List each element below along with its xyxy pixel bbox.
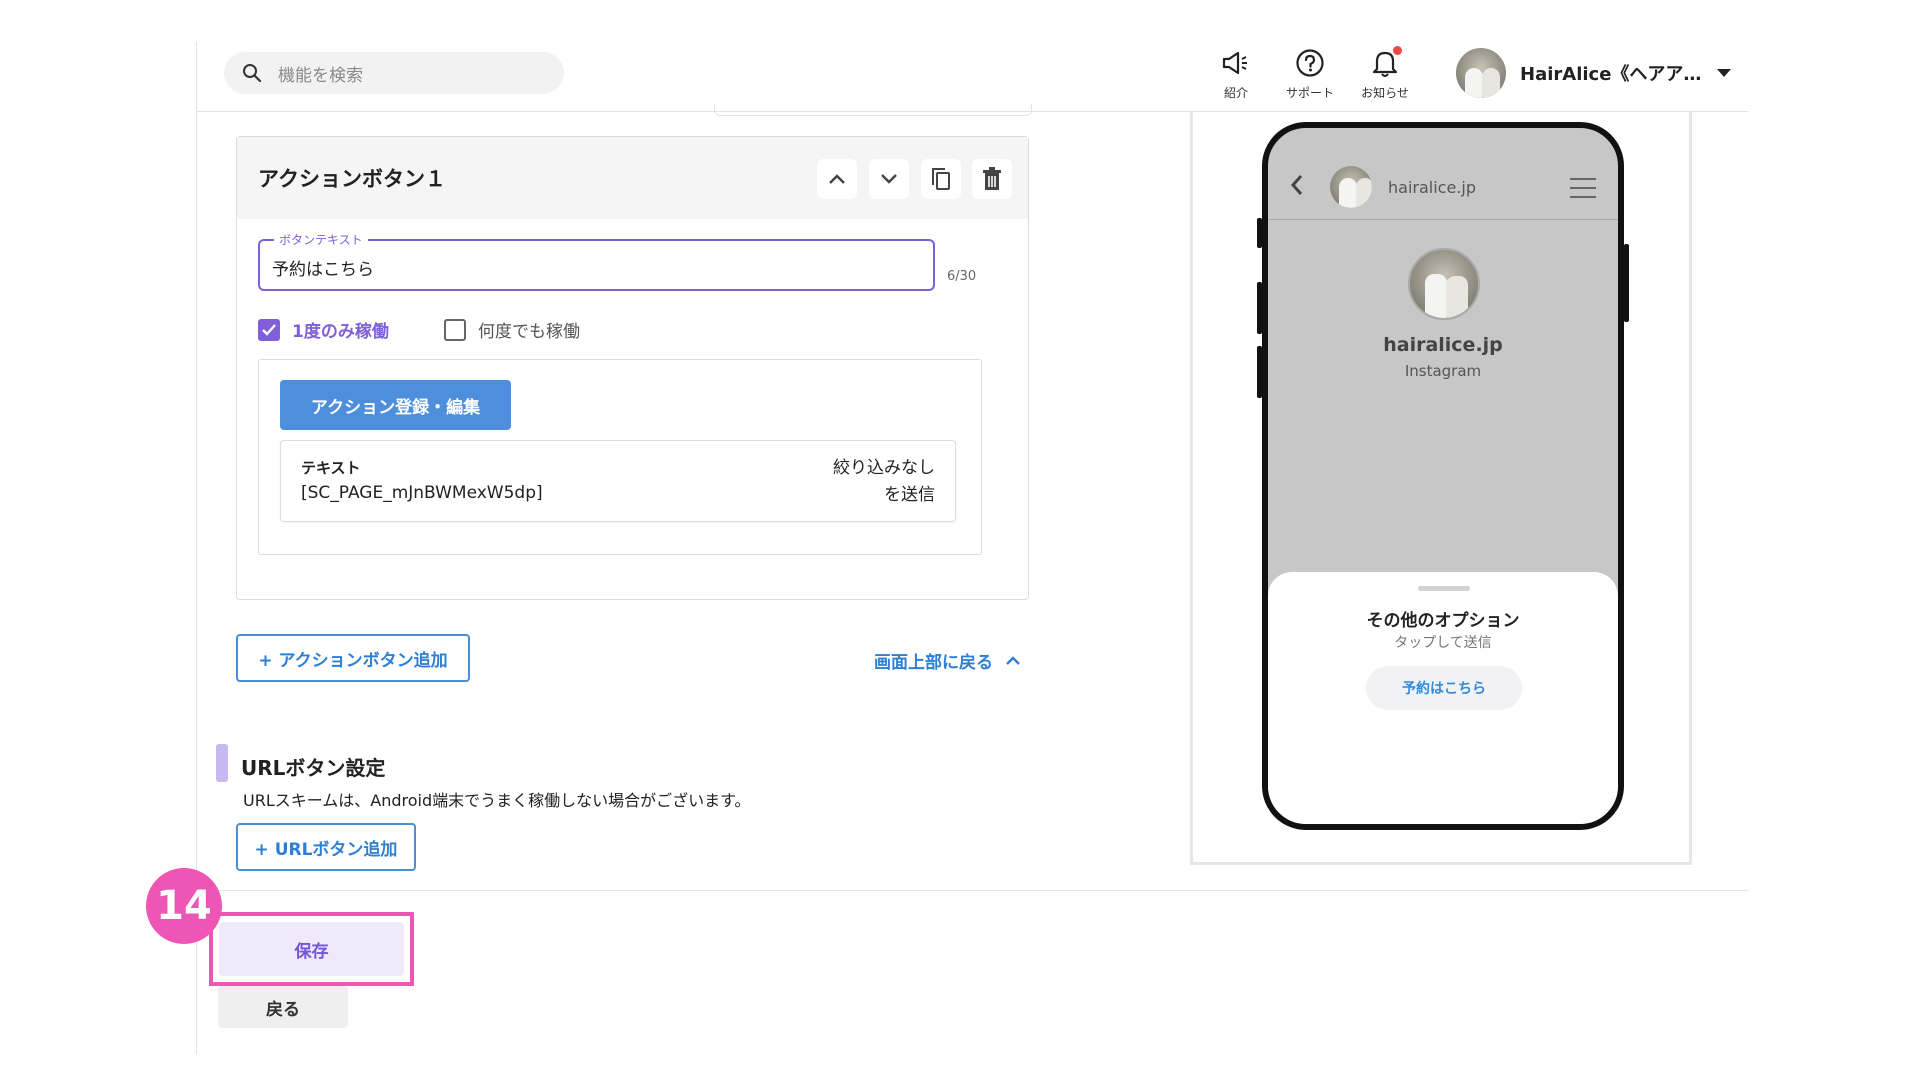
checkbox-checked-icon	[258, 318, 280, 341]
menu-icon	[1570, 178, 1596, 205]
account-menu[interactable]: HairAlice《ヘアア…	[1456, 48, 1732, 98]
card-header: アクションボタン１	[237, 137, 1028, 219]
action-filter: 絞り込みなし を送信	[833, 455, 935, 509]
phone-preview: hairalice.jp hairalice.jp Instagram その他の…	[1262, 122, 1624, 830]
profile-subtitle: Instagram	[1404, 362, 1482, 380]
add-url-button[interactable]: + URLボタン追加	[236, 823, 416, 871]
move-up-button[interactable]	[817, 159, 857, 199]
previous-section-edge	[714, 104, 1032, 116]
char-counter: 6/30	[947, 269, 977, 284]
duplicate-button[interactable]	[921, 159, 961, 199]
back-to-top-label: 画面上部に戻る	[874, 653, 993, 673]
section-accent-bar	[216, 744, 228, 782]
repeat-checkbox[interactable]: 何度でも稼働	[444, 317, 580, 342]
action-settings-panel: アクション登録・編集 テキスト [SC_PAGE_mJnBWMexW5dp] 絞…	[258, 359, 982, 555]
support-label: サポート	[1285, 86, 1334, 100]
sheet-subtitle: タップして送信	[1394, 635, 1492, 651]
help-icon	[1296, 49, 1324, 77]
url-section-title: URLボタン設定	[241, 756, 386, 780]
button-text-field[interactable]: ボタンテキスト 予約はこちら	[258, 231, 935, 291]
delete-button[interactable]	[972, 159, 1012, 199]
button-text-label: ボタンテキスト	[274, 231, 368, 248]
search-bar[interactable]: 機能を検索	[224, 52, 564, 94]
once-only-label: 1度のみ稼働	[292, 322, 389, 342]
intro-label: 紹介	[1223, 86, 1248, 100]
intro-button[interactable]: 紹介	[1196, 46, 1276, 101]
chevron-up-icon	[1006, 656, 1020, 665]
search-icon	[243, 64, 262, 83]
add-action-button[interactable]: + アクションボタン追加	[236, 634, 470, 682]
caret-down-icon	[1717, 69, 1732, 77]
support-button[interactable]: サポート	[1270, 46, 1350, 101]
action-payload: [SC_PAGE_mJnBWMexW5dp]	[301, 483, 543, 503]
url-section-description: URLスキームは、Android端末でうまく稼働しない場合がございます。	[243, 791, 751, 810]
megaphone-icon	[1222, 51, 1247, 75]
profile-name: hairalice.jp	[1383, 334, 1503, 356]
back-arrow-icon	[1290, 175, 1303, 195]
preview-avatar	[1330, 166, 1372, 208]
save-button[interactable]: 保存	[219, 922, 404, 976]
repeat-label: 何度でも稼働	[478, 322, 580, 342]
step-badge: 14	[146, 868, 222, 944]
phone-side-button	[1624, 244, 1629, 322]
search-placeholder: 機能を検索	[278, 65, 363, 86]
trash-icon	[983, 167, 1001, 190]
preview-username: hairalice.jp	[1388, 178, 1476, 197]
avatar	[1456, 48, 1506, 98]
action-filter-line2: を送信	[884, 485, 935, 505]
chevron-down-icon	[881, 174, 897, 184]
action-filter-line1: 絞り込みなし	[833, 458, 935, 478]
user-name: HairAlice《ヘアア…	[1520, 64, 1702, 85]
back-button[interactable]: 戻る	[218, 986, 348, 1028]
sheet-title: その他のオプション	[1366, 611, 1520, 631]
card-title: アクションボタン１	[258, 167, 446, 191]
checkbox-unchecked-icon	[444, 318, 466, 341]
preview-reply-chip: 予約はこちら	[1366, 666, 1522, 710]
profile-avatar	[1408, 248, 1480, 320]
move-down-button[interactable]	[869, 159, 909, 199]
chevron-up-icon	[829, 174, 845, 184]
footer-divider	[196, 890, 1748, 891]
action-type: テキスト	[301, 459, 361, 477]
options-sheet: その他のオプション タップして送信 予約はこちら	[1268, 572, 1618, 824]
copy-icon	[932, 168, 950, 190]
back-to-top-link[interactable]: 画面上部に戻る	[874, 648, 1021, 673]
sheet-handle	[1418, 586, 1470, 591]
once-only-checkbox[interactable]: 1度のみ稼働	[258, 317, 389, 342]
save-highlight: 保存	[209, 912, 414, 986]
action-button-card: アクションボタン１ ボタンテキスト 予約はこちら 6/30 1度のみ稼働 何度で…	[236, 136, 1029, 600]
button-text-value: 予約はこちら	[272, 260, 374, 280]
notifications-button[interactable]: お知らせ	[1345, 46, 1425, 101]
register-action-button[interactable]: アクション登録・編集	[280, 380, 511, 430]
phone-top-bar: hairalice.jp	[1268, 128, 1618, 220]
notification-dot	[1393, 46, 1402, 55]
action-item: テキスト [SC_PAGE_mJnBWMexW5dp] 絞り込みなし を送信	[280, 440, 956, 522]
notifications-label: お知らせ	[1361, 86, 1409, 100]
